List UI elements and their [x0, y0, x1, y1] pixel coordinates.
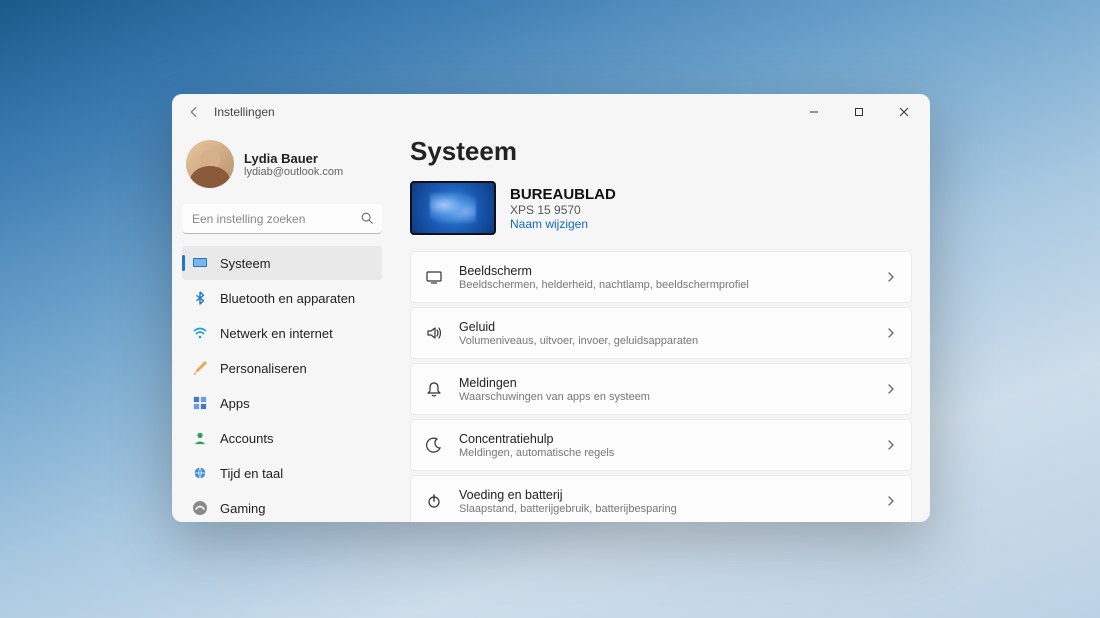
chevron-right-icon: [885, 495, 897, 507]
device-block: BUREAUBLAD XPS 15 9570 Naam wijzigen: [410, 181, 912, 235]
sidebar-item-network[interactable]: Netwerk en internet: [182, 316, 382, 350]
card-title: Geluid: [459, 320, 869, 334]
sidebar-item-label: Systeem: [220, 256, 271, 271]
device-model: XPS 15 9570: [510, 203, 616, 217]
main-content: Systeem BUREAUBLAD XPS 15 9570 Naam wijz…: [392, 130, 930, 522]
maximize-icon: [854, 107, 864, 117]
maximize-button[interactable]: [836, 94, 881, 130]
sidebar-item-label: Bluetooth en apparaten: [220, 291, 355, 306]
sidebar-item-apps[interactable]: Apps: [182, 386, 382, 420]
minimize-icon: [809, 107, 819, 117]
back-button[interactable]: [184, 102, 204, 122]
card-text: Meldingen Waarschuwingen van apps en sys…: [459, 376, 869, 403]
close-button[interactable]: [881, 94, 926, 130]
apps-icon: [192, 395, 208, 411]
power-icon: [425, 492, 443, 510]
bluetooth-icon: [192, 290, 208, 306]
titlebar-left: Instellingen: [184, 102, 275, 122]
card-title: Concentratiehulp: [459, 432, 869, 446]
avatar: [186, 140, 234, 188]
page-title: Systeem: [410, 136, 912, 167]
card-text: Voeding en batterij Slaapstand, batterij…: [459, 488, 869, 515]
display-icon: [425, 268, 443, 286]
card-subtitle: Volumeniveaus, uitvoer, invoer, geluidsa…: [459, 335, 869, 347]
sidebar-item-bluetooth[interactable]: Bluetooth en apparaten: [182, 281, 382, 315]
chevron-right-icon: [885, 271, 897, 283]
arrow-left-icon: [187, 105, 201, 119]
sidebar-item-label: Apps: [220, 396, 250, 411]
sidebar-item-label: Personaliseren: [220, 361, 307, 376]
card-display[interactable]: Beeldscherm Beeldschermen, helderheid, n…: [410, 251, 912, 303]
settings-window: Instellingen Lydia Bauer lydiab@outlook.…: [172, 94, 930, 522]
system-icon: [192, 255, 208, 271]
sidebar-item-label: Netwerk en internet: [220, 326, 333, 341]
app-title: Instellingen: [214, 105, 275, 119]
search-icon: [360, 211, 374, 225]
settings-cards: Beeldscherm Beeldschermen, helderheid, n…: [410, 251, 912, 522]
sidebar-item-label: Accounts: [220, 431, 273, 446]
card-power[interactable]: Voeding en batterij Slaapstand, batterij…: [410, 475, 912, 522]
close-icon: [899, 107, 909, 117]
user-email: lydiab@outlook.com: [244, 166, 343, 178]
card-subtitle: Beeldschermen, helderheid, nachtlamp, be…: [459, 279, 869, 291]
sidebar-item-personalize[interactable]: Personaliseren: [182, 351, 382, 385]
bell-icon: [425, 380, 443, 398]
card-focus[interactable]: Concentratiehulp Meldingen, automatische…: [410, 419, 912, 471]
sidebar: Lydia Bauer lydiab@outlook.com Systeem B…: [172, 130, 392, 522]
user-name: Lydia Bauer: [244, 151, 343, 166]
sidebar-item-systeem[interactable]: Systeem: [182, 246, 382, 280]
wifi-icon: [192, 325, 208, 341]
card-text: Geluid Volumeniveaus, uitvoer, invoer, g…: [459, 320, 869, 347]
card-notifications[interactable]: Meldingen Waarschuwingen van apps en sys…: [410, 363, 912, 415]
card-title: Beeldscherm: [459, 264, 869, 278]
brush-icon: [192, 360, 208, 376]
card-sound[interactable]: Geluid Volumeniveaus, uitvoer, invoer, g…: [410, 307, 912, 359]
gaming-icon: [192, 500, 208, 516]
chevron-right-icon: [885, 327, 897, 339]
window-controls: [791, 94, 926, 130]
window-body: Lydia Bauer lydiab@outlook.com Systeem B…: [172, 130, 930, 522]
sidebar-item-gaming[interactable]: Gaming: [182, 491, 382, 522]
search-input[interactable]: [182, 204, 382, 234]
card-text: Beeldscherm Beeldschermen, helderheid, n…: [459, 264, 869, 291]
card-text: Concentratiehulp Meldingen, automatische…: [459, 432, 869, 459]
titlebar: Instellingen: [172, 94, 930, 130]
user-block[interactable]: Lydia Bauer lydiab@outlook.com: [182, 134, 382, 202]
sidebar-item-label: Gaming: [220, 501, 266, 516]
chevron-right-icon: [885, 439, 897, 451]
moon-icon: [425, 436, 443, 454]
sidebar-item-accounts[interactable]: Accounts: [182, 421, 382, 455]
globe-icon: [192, 465, 208, 481]
sidebar-item-time[interactable]: Tijd en taal: [182, 456, 382, 490]
user-info: Lydia Bauer lydiab@outlook.com: [244, 151, 343, 178]
card-title: Voeding en batterij: [459, 488, 869, 502]
minimize-button[interactable]: [791, 94, 836, 130]
card-title: Meldingen: [459, 376, 869, 390]
sidebar-item-label: Tijd en taal: [220, 466, 283, 481]
device-name: BUREAUBLAD: [510, 186, 616, 203]
card-subtitle: Meldingen, automatische regels: [459, 447, 869, 459]
device-info: BUREAUBLAD XPS 15 9570 Naam wijzigen: [510, 186, 616, 231]
card-subtitle: Waarschuwingen van apps en systeem: [459, 391, 869, 403]
card-subtitle: Slaapstand, batterijgebruik, batterijbes…: [459, 503, 869, 515]
chevron-right-icon: [885, 383, 897, 395]
sound-icon: [425, 324, 443, 342]
nav-list: Systeem Bluetooth en apparaten Netwerk e…: [182, 246, 382, 522]
search-box: [182, 204, 382, 234]
rename-link[interactable]: Naam wijzigen: [510, 217, 616, 231]
device-thumbnail: [410, 181, 496, 235]
person-icon: [192, 430, 208, 446]
